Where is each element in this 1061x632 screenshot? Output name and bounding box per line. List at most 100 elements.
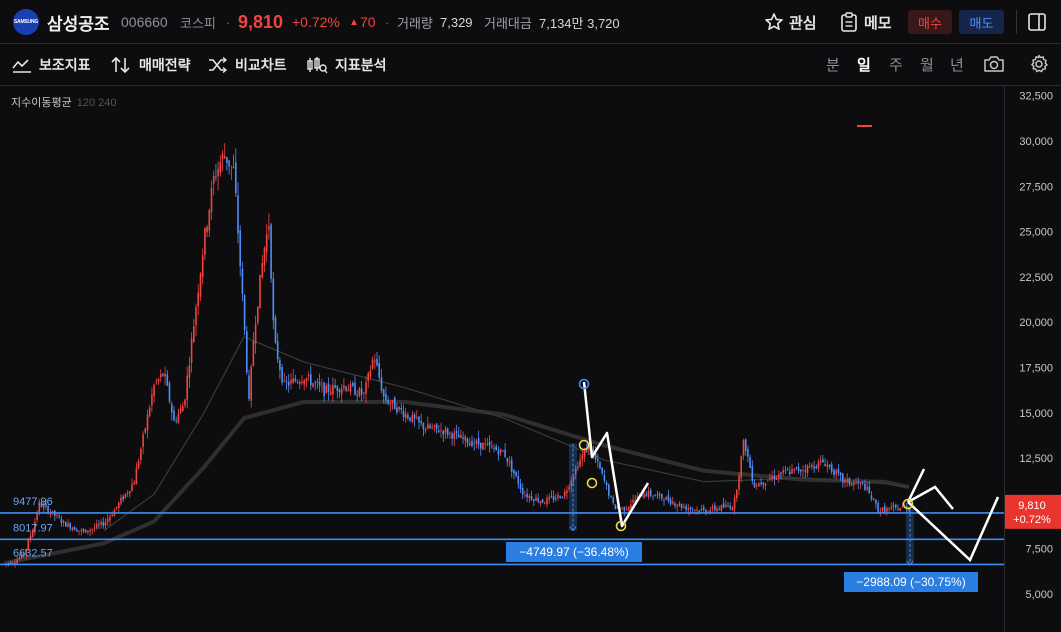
candle-body (285, 381, 288, 383)
candle-body (188, 365, 191, 378)
candle-body (318, 381, 321, 386)
candle-body (378, 363, 380, 378)
candle-body (806, 465, 809, 473)
analysis-button[interactable]: 지표분석 (306, 44, 387, 86)
analysis-label: 지표분석 (335, 57, 387, 73)
candle-body (325, 385, 328, 394)
candle-body (771, 477, 773, 479)
company-logo: SAMSUNG (13, 9, 39, 35)
up-triangle-icon: ▲ (349, 16, 359, 28)
candle-body (802, 470, 804, 472)
candle-body (844, 480, 846, 483)
separator-dot: · (385, 14, 390, 30)
candle-body (332, 385, 334, 395)
candle-body (477, 438, 480, 445)
candle-body (868, 486, 871, 494)
horizontal-line-label: 6632.57 (13, 547, 53, 559)
candle-body (323, 382, 325, 397)
candle-body (124, 493, 127, 498)
side-panel-icon (1028, 13, 1046, 31)
panel-toggle-button[interactable] (1027, 0, 1047, 44)
candle-body (312, 383, 314, 387)
candle-body (817, 461, 820, 469)
candle-body (93, 527, 96, 529)
sell-button[interactable]: 매도 (959, 10, 1004, 34)
candle-body (857, 481, 859, 484)
candle-body (835, 470, 837, 475)
candle-body (393, 397, 396, 410)
candle-body (62, 520, 65, 523)
candle-body (36, 512, 38, 521)
candle-body (727, 505, 729, 507)
candle-body (157, 379, 160, 382)
candle-body (608, 484, 610, 496)
period-week[interactable]: 주 (889, 44, 903, 84)
candle-body (159, 374, 162, 378)
candle-body (140, 448, 142, 460)
candle-body (226, 157, 228, 163)
candle-body (352, 383, 354, 386)
candle-body (212, 176, 215, 184)
candle-body (861, 482, 864, 484)
candle-body (199, 273, 202, 297)
candle-body (689, 507, 692, 509)
settings-button[interactable] (1029, 44, 1049, 84)
candle-body (122, 496, 124, 500)
buy-button[interactable]: 매수 (908, 10, 952, 34)
period-month[interactable]: 월 (920, 44, 934, 84)
candle-body (58, 516, 60, 518)
candle-body (263, 247, 266, 266)
candle-body (649, 490, 652, 496)
memo-button[interactable]: 메모 (840, 0, 892, 44)
candle-body (438, 430, 440, 433)
last-price-label: 9,810 (1018, 500, 1046, 512)
period-minute[interactable]: 분 (826, 44, 840, 84)
candle-body (243, 295, 246, 331)
candle-body (672, 501, 674, 504)
change-percent: +0.72% (292, 14, 340, 30)
candle-body (433, 425, 436, 427)
period-day[interactable]: 일 (857, 44, 871, 84)
ma-legend: 지수이동평균 120 240 (11, 94, 117, 110)
candle-body (859, 482, 862, 484)
candle-body (215, 176, 217, 178)
candle-body (446, 428, 449, 435)
candle-body (872, 498, 875, 500)
indicators-button[interactable]: 보조지표 (12, 44, 91, 86)
strategy-button[interactable]: 매매전략 (110, 44, 191, 86)
candle-body (630, 504, 632, 508)
candle-body (413, 414, 416, 419)
candle-body (811, 464, 813, 467)
candle-body (449, 432, 451, 434)
candle-body (299, 382, 301, 385)
compare-label: 비교차트 (235, 57, 287, 73)
price-chart[interactable]: 5,0007,50010,00012,50015,00017,50020,000… (0, 86, 1061, 632)
candle-body (208, 210, 211, 231)
candle-body (424, 428, 427, 431)
stock-name[interactable]: 삼성공조 (47, 0, 110, 44)
candle-body (120, 497, 122, 504)
candle-body (647, 490, 650, 497)
period-year[interactable]: 년 (950, 44, 964, 84)
compare-button[interactable]: 비교차트 (208, 44, 287, 86)
candle-body (363, 392, 365, 394)
candle-body (550, 496, 553, 497)
candle-body (385, 393, 387, 401)
candle-body (901, 506, 904, 508)
candle-body (182, 406, 184, 412)
screenshot-button[interactable] (983, 44, 1005, 84)
favorite-button[interactable]: 관심 (764, 0, 817, 44)
candle-body (462, 437, 464, 439)
candle-body (270, 224, 272, 279)
candle-body (541, 499, 544, 503)
candle-body (899, 508, 901, 511)
candle-body (718, 508, 720, 510)
candle-body (451, 433, 453, 439)
memo-label: 메모 (864, 14, 892, 32)
candle-body (354, 382, 356, 395)
candle-body (597, 458, 599, 462)
candle-body (789, 471, 791, 474)
candle-body (407, 415, 409, 418)
measure-label-text: −2988.09 (−30.75%) (856, 575, 965, 589)
amount-value: 7,134만 3,720 (539, 15, 620, 31)
